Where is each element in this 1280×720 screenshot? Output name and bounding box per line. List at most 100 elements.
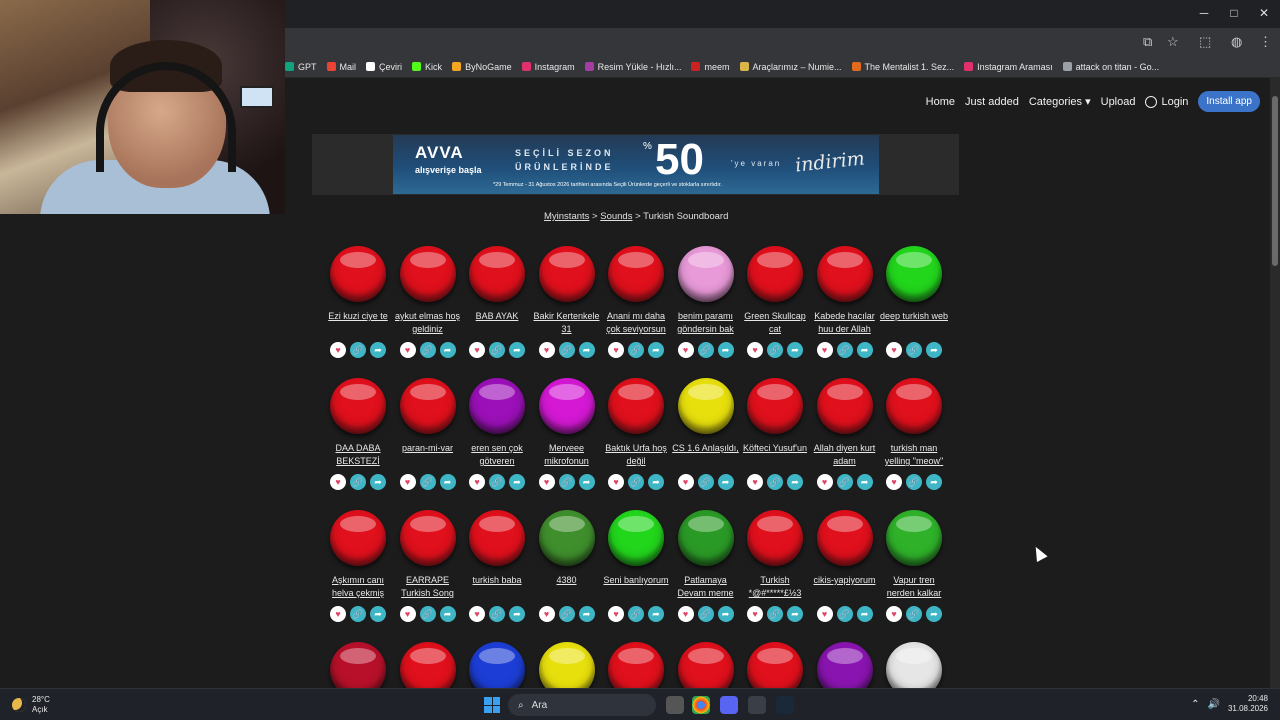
- sound-label[interactable]: Vapur tren nerden kalkar: [879, 574, 949, 602]
- sound-label[interactable]: Anani mı daha çok seviyorsun: [601, 310, 671, 338]
- sound-label[interactable]: paran-mi-var: [393, 442, 463, 470]
- share-icon[interactable]: ➦: [926, 342, 942, 358]
- taskbar-search[interactable]: ⌕ Ara: [508, 694, 656, 716]
- share-icon[interactable]: ➦: [926, 474, 942, 490]
- nav-upload[interactable]: Upload: [1101, 96, 1136, 108]
- bookmark-item[interactable]: Kick: [412, 62, 442, 72]
- favorite-heart-icon[interactable]: ♥: [399, 606, 416, 622]
- copy-link-icon[interactable]: 🔗: [836, 606, 853, 622]
- favorite-heart-icon[interactable]: ♥: [747, 342, 763, 358]
- bookmark-star-icon[interactable]: ☆: [1167, 34, 1179, 50]
- sound-play-button[interactable]: [538, 510, 595, 566]
- sound-play-button[interactable]: [608, 378, 664, 434]
- sound-play-button[interactable]: [747, 378, 803, 434]
- share-icon[interactable]: ➦: [787, 606, 803, 622]
- sound-play-button[interactable]: [886, 642, 942, 688]
- sound-label[interactable]: Ezi kuzi ciye te: [323, 310, 393, 338]
- scrollbar-thumb[interactable]: [1272, 96, 1278, 266]
- copy-link-icon[interactable]: 🔗: [558, 606, 575, 622]
- copy-link-icon[interactable]: 🔗: [628, 474, 644, 490]
- nav-just-added[interactable]: Just added: [965, 96, 1019, 108]
- copy-link-icon[interactable]: 🔗: [489, 606, 505, 622]
- sound-play-button[interactable]: [538, 246, 595, 302]
- sound-play-button[interactable]: [816, 642, 873, 688]
- favorite-heart-icon[interactable]: ♥: [886, 474, 902, 490]
- copy-link-icon[interactable]: 🔗: [906, 342, 922, 358]
- steam-icon[interactable]: [776, 696, 794, 714]
- speaker-icon[interactable]: 🔊: [1208, 699, 1220, 710]
- bookmark-item[interactable]: GPT: [285, 62, 317, 72]
- favorite-heart-icon[interactable]: ♥: [816, 342, 833, 358]
- sound-play-button[interactable]: [399, 378, 456, 434]
- sound-label[interactable]: EARRAPE Turkish Song: [393, 574, 463, 602]
- sound-label[interactable]: Patlamaya Devam meme: [671, 574, 741, 602]
- favorite-heart-icon[interactable]: ♥: [886, 606, 902, 622]
- share-icon[interactable]: ➦: [717, 606, 734, 622]
- bookmark-item[interactable]: ByNoGame: [452, 62, 512, 72]
- sound-play-button[interactable]: [677, 246, 734, 302]
- sound-play-button[interactable]: [816, 378, 873, 434]
- favorite-heart-icon[interactable]: ♥: [608, 474, 624, 490]
- share-icon[interactable]: ➦: [856, 342, 873, 358]
- clock[interactable]: 20:48 31.08.2026: [1228, 694, 1268, 714]
- install-page-icon[interactable]: ⧉: [1143, 34, 1152, 50]
- file-explorer-icon[interactable]: [666, 696, 684, 714]
- share-icon[interactable]: ➦: [926, 606, 942, 622]
- favorite-heart-icon[interactable]: ♥: [399, 474, 416, 490]
- share-icon[interactable]: ➦: [370, 606, 386, 622]
- bookmark-item[interactable]: attack on titan - Go...: [1062, 62, 1159, 72]
- sound-label[interactable]: BAB AYAK: [462, 310, 532, 338]
- copy-link-icon[interactable]: 🔗: [350, 606, 366, 622]
- share-icon[interactable]: ➦: [856, 606, 873, 622]
- sound-label[interactable]: benim paramı göndersin bak: [671, 310, 741, 338]
- windows-start-icon[interactable]: [484, 697, 500, 713]
- share-icon[interactable]: ➦: [717, 474, 734, 490]
- sound-play-button[interactable]: [886, 510, 942, 566]
- sound-play-button[interactable]: [399, 246, 456, 302]
- share-icon[interactable]: ➦: [509, 474, 525, 490]
- copy-link-icon[interactable]: 🔗: [836, 342, 853, 358]
- copy-link-icon[interactable]: 🔗: [350, 474, 366, 490]
- app-icon[interactable]: [748, 696, 766, 714]
- share-icon[interactable]: ➦: [787, 474, 803, 490]
- bookmark-item[interactable]: Instagram: [521, 62, 575, 72]
- sound-play-button[interactable]: [747, 510, 803, 566]
- sound-label[interactable]: Kabede hacılar huu der Allah: [810, 310, 880, 338]
- sound-play-button[interactable]: [538, 642, 595, 688]
- menu-kebab-icon[interactable]: ⋮: [1259, 34, 1272, 50]
- favorite-heart-icon[interactable]: ♥: [469, 606, 485, 622]
- breadcrumb-sounds[interactable]: Sounds: [600, 211, 632, 222]
- sound-play-button[interactable]: [399, 510, 456, 566]
- share-icon[interactable]: ➦: [717, 342, 734, 358]
- favorite-heart-icon[interactable]: ♥: [886, 342, 902, 358]
- sound-label[interactable]: Turkish *@#*****£½3: [740, 574, 810, 602]
- favorite-heart-icon[interactable]: ♥: [469, 474, 485, 490]
- sound-play-button[interactable]: [469, 246, 525, 302]
- sound-play-button[interactable]: [469, 642, 525, 688]
- share-icon[interactable]: ➦: [439, 342, 456, 358]
- chevron-up-icon[interactable]: ⌃: [1191, 699, 1199, 710]
- sound-label[interactable]: DAA DABA BEKSTEZİ: [323, 442, 393, 470]
- sound-play-button[interactable]: [469, 378, 525, 434]
- discord-icon[interactable]: [720, 696, 738, 714]
- copy-link-icon[interactable]: 🔗: [697, 606, 714, 622]
- copy-link-icon[interactable]: 🔗: [628, 342, 644, 358]
- ad-banner[interactable]: AVVA alışverişe başla SEÇİLİ SEZON ÜRÜNL…: [393, 135, 879, 194]
- copy-link-icon[interactable]: 🔗: [906, 474, 922, 490]
- copy-link-icon[interactable]: 🔗: [628, 606, 644, 622]
- favorite-heart-icon[interactable]: ♥: [469, 342, 485, 358]
- favorite-heart-icon[interactable]: ♥: [677, 474, 694, 490]
- copy-link-icon[interactable]: 🔗: [836, 474, 853, 490]
- sound-label[interactable]: Aşkımın canı helva çekmiş: [323, 574, 393, 602]
- sound-play-button[interactable]: [677, 378, 734, 434]
- copy-link-icon[interactable]: 🔗: [489, 474, 505, 490]
- bookmark-item[interactable]: Mail: [326, 62, 356, 72]
- sound-label[interactable]: turkish man yelling "meow": [879, 442, 949, 470]
- breadcrumb-myinstants[interactable]: Myinstants: [544, 211, 589, 222]
- copy-link-icon[interactable]: 🔗: [767, 606, 783, 622]
- sound-play-button[interactable]: [608, 510, 664, 566]
- copy-link-icon[interactable]: 🔗: [558, 342, 575, 358]
- bookmark-item[interactable]: The Mentalist 1. Sez...: [851, 62, 954, 72]
- sound-label[interactable]: Baktık Urfa hoş değil: [601, 442, 671, 470]
- favorite-heart-icon[interactable]: ♥: [608, 342, 624, 358]
